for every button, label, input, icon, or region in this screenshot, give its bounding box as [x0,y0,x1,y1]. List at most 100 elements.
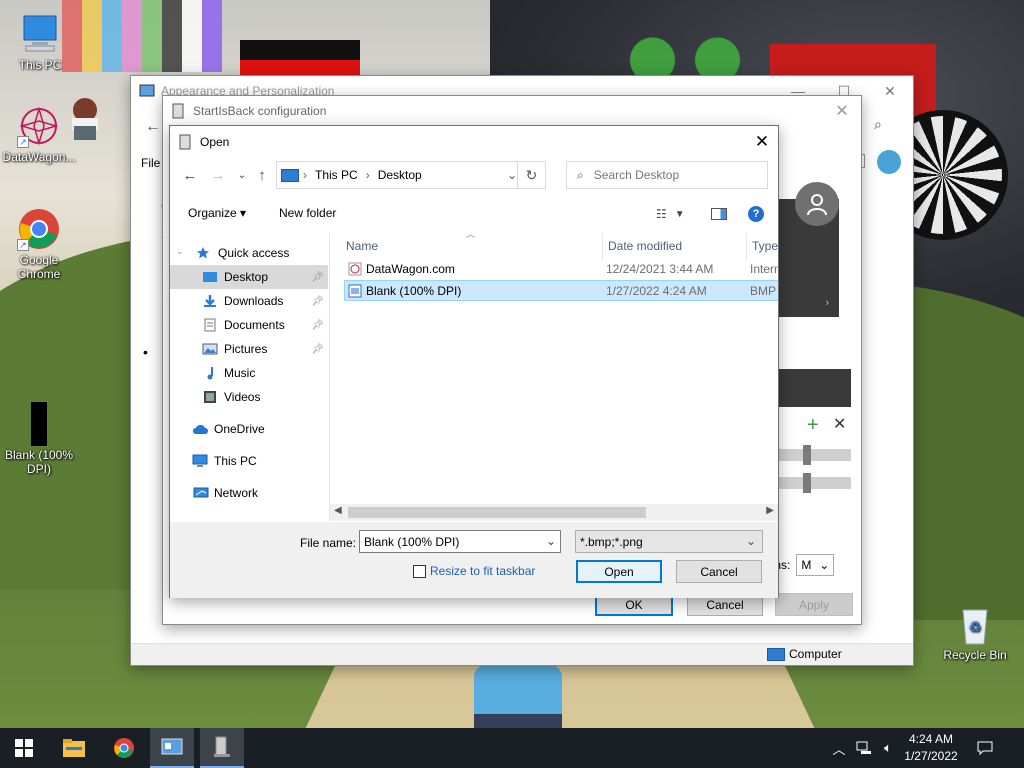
checkbox-box[interactable] [413,564,426,578]
show-hidden-icons-chevron-icon[interactable]: ︿ [830,728,848,768]
nav-item-quick-access[interactable]: Quick access ⌄ [170,241,328,265]
file-name-input[interactable]: Blank (100% DPI) ⌄ [359,530,561,553]
menu-file[interactable]: File [141,156,160,170]
taskbar-clock[interactable]: 4:24 AM 1/27/2022 [898,731,964,765]
back-arrow-icon[interactable]: ← [180,167,200,187]
file-row-selected[interactable]: Blank (100% DPI) 1/27/2022 4:24 AM BMP [344,280,778,301]
cloud-icon [192,422,208,436]
desktop-icon-google-chrome[interactable]: ↗ Google Chrome [1,207,77,281]
organize-button[interactable]: Organize ▾ [188,206,246,220]
column-header-name[interactable]: Name [346,235,378,257]
taskbar-control-panel[interactable] [150,728,194,768]
search-icon[interactable]: ⌕ [874,116,902,140]
refresh-icon[interactable]: ↻ [517,162,545,188]
command-bar: Organize ▾ New folder ☷ ▼ ? [170,199,778,229]
bullet-icon: • [143,344,148,360]
recent-locations-chevron-icon[interactable]: ⌄ [232,167,252,187]
column-divider[interactable] [746,233,747,259]
slider-thumb[interactable] [803,473,811,493]
close-button[interactable]: ✕ [827,98,857,124]
taskbar: ︿ 🔈︎ 4:24 AM 1/27/2022 [0,728,1024,768]
desktop-icon-this-pc[interactable]: This PC [2,12,78,72]
address-bar[interactable]: › This PC › Desktop ⌄ ↻ [276,161,546,189]
slider[interactable] [777,445,851,465]
change-view-button[interactable]: ☷ ▼ [656,204,685,224]
scrollbar-thumb[interactable] [348,507,646,518]
notification-icon[interactable] [974,728,996,768]
file-date: 1/27/2022 4:24 AM [606,284,707,298]
navigation-pane[interactable]: Quick access ⌄ Desktop 📌︎ Downloads 📌︎ Documen… [170,233,330,520]
column-divider[interactable] [602,233,603,259]
nav-item-onedrive[interactable]: OneDrive [170,417,328,441]
open-file-dialog[interactable]: Open ✕ ← → ⌄ ↑ › This PC › Desktop ⌄ ↻ ⌕… [169,125,779,598]
status-computer: Computer [767,647,842,661]
file-row[interactable]: DataWagon.com 12/24/2021 3:44 AM Intern [344,259,778,280]
scroll-right-icon[interactable]: ▶ [766,505,774,516]
scroll-left-icon[interactable]: ◀ [334,505,342,516]
new-folder-button[interactable]: New folder [279,206,336,220]
expand-chevron-icon[interactable]: ⌄ [176,246,184,257]
nav-item-desktop[interactable]: Desktop 📌︎ [170,265,328,289]
back-arrow-icon[interactable]: ← [145,118,161,136]
breadcrumb-this-pc[interactable]: This PC [315,168,358,182]
clock-date: 1/27/2022 [904,749,958,763]
add-icon[interactable]: + [807,414,819,437]
nav-item-downloads[interactable]: Downloads 📌︎ [170,289,328,313]
bmp-file-icon [348,284,362,301]
taskbar-preview [777,369,851,407]
file-list[interactable]: Name ︿ Date modified Type DataWagon.com … [340,233,778,503]
column-header-date-modified[interactable]: Date modified [608,235,682,257]
slider[interactable] [777,473,851,493]
up-arrow-icon[interactable]: ↑ [252,167,272,187]
desktop-icon-label: DataWagon... [2,150,76,164]
star-icon [196,246,212,260]
chevron-down-icon[interactable]: ⌄ [507,168,517,182]
file-type-value: *.bmp;*.png [580,534,643,549]
nav-item-pictures[interactable]: Pictures 📌︎ [170,337,328,361]
chevron-down-icon: ▼ [674,208,685,220]
apply-button[interactable]: Apply [775,593,853,616]
resize-to-fit-taskbar-checkbox[interactable]: Resize to fit taskbar [413,564,535,578]
desktop-icon-label: This PC [18,58,62,72]
control-panel-icon [161,738,183,755]
chevron-down-icon[interactable]: ⌄ [546,534,556,548]
help-icon: ? [748,206,764,222]
forward-arrow-icon[interactable]: → [208,167,228,187]
taskbar-startisback[interactable] [200,728,244,768]
pin-icon: 📌︎ [311,271,324,283]
nav-item-network[interactable]: Network [170,481,328,505]
close-button[interactable]: ✕ [867,76,913,106]
remove-icon[interactable]: ✕ [833,414,846,434]
volume-muted-icon[interactable]: 🔈︎ [878,728,898,768]
open-button[interactable]: Open [576,560,662,583]
close-button[interactable]: ✕ [746,126,778,157]
horizontal-scrollbar[interactable]: ◀ ▶ [330,504,778,521]
status-computer-label: Computer [789,647,842,661]
nav-item-label: Downloads [224,294,284,308]
wallpaper-character [62,96,108,142]
nav-item-music[interactable]: Music [170,361,328,385]
desktop-icon-blank-dpi[interactable]: Blank (100% DPI) [1,402,77,476]
network-icon[interactable] [854,728,874,768]
start-button[interactable] [2,728,46,768]
file-type-select[interactable]: *.bmp;*.png ⌄ [575,530,763,553]
sib-titlebar[interactable]: StartIsBack configuration [163,96,861,126]
taskbar-chrome[interactable] [102,728,146,768]
search-input[interactable]: ⌕ Search Desktop [566,161,768,189]
preview-pane-button[interactable] [711,204,727,224]
help-button[interactable]: ? [748,204,764,224]
desktop-icon-recycle-bin[interactable]: ♻ Recycle Bin [937,602,1013,662]
nav-item-this-pc[interactable]: This PC [170,449,328,473]
breadcrumb-separator-icon: › [365,168,370,182]
nav-item-label: OneDrive [214,422,265,436]
cancel-button[interactable]: Cancel [676,560,762,583]
open-titlebar[interactable]: Open [170,126,778,157]
slider-thumb[interactable] [803,445,811,465]
nav-item-documents[interactable]: Documents 📌︎ [170,313,328,337]
nav-item-label: Videos [224,390,261,404]
breadcrumb-desktop[interactable]: Desktop [378,168,422,182]
nav-item-videos[interactable]: Videos [170,385,328,409]
column-header-type[interactable]: Type [752,235,778,257]
margins-select[interactable]: M ⌄ [796,554,835,576]
taskbar-file-explorer[interactable] [52,728,96,768]
